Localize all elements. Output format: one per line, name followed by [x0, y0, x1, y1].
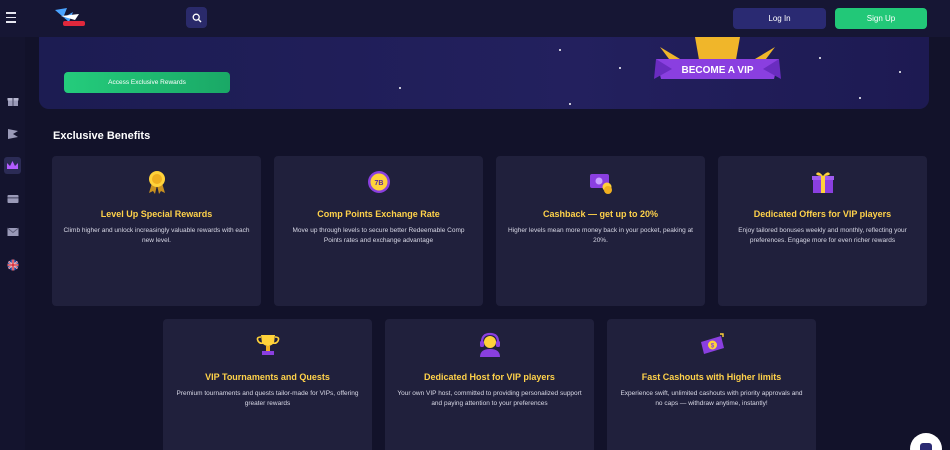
card-title: Level Up Special Rewards [100, 209, 213, 219]
flag-icon [7, 128, 18, 139]
sidebar-item-language[interactable] [4, 256, 21, 273]
uk-flag-icon [7, 259, 18, 270]
card-title: Cashback — get up to 20% [542, 209, 659, 219]
benefit-card-comp-points: 7B Comp Points Exchange Rate Move up thr… [274, 156, 483, 306]
badge-text: BECOME A VIP [681, 65, 753, 76]
live-chat-button[interactable] [910, 433, 942, 450]
menu-icon[interactable] [6, 12, 17, 24]
benefit-card-vip-host: Dedicated Host for VIP players Your own … [385, 319, 594, 450]
card-description: Move up through levels to secure better … [292, 227, 465, 244]
trophy-icon [256, 335, 279, 355]
gift-icon [7, 97, 18, 106]
card-title: Dedicated Host for VIP players [424, 372, 555, 382]
benefit-card-tournaments: VIP Tournaments and Quests Premium tourn… [163, 319, 372, 450]
card-description: Climb higher and unlock increasingly val… [63, 227, 250, 244]
comp-points-icon: 7B [367, 171, 390, 193]
site-logo[interactable] [53, 6, 87, 30]
gift-box-icon [811, 172, 834, 193]
benefit-card-level-up: Level Up Special Rewards Climb higher an… [52, 156, 261, 306]
cashout-icon: $ [700, 333, 724, 354]
card-description: Your own VIP host, committed to providin… [397, 390, 582, 407]
access-rewards-button[interactable]: Access Exclusive Rewards [64, 72, 230, 93]
card-description: Enjoy tailored bonuses weekly and monthl… [738, 227, 907, 244]
card-title: Dedicated Offers for VIP players [753, 209, 892, 219]
section-title: Exclusive Benefits [53, 130, 151, 142]
svg-text:7B: 7B [374, 180, 383, 187]
mail-icon [6, 227, 19, 236]
sidebar [0, 37, 25, 450]
crown-icon [7, 161, 18, 169]
benefit-card-vip-offers: Dedicated Offers for VIP players Enjoy t… [718, 156, 927, 306]
cashback-icon [589, 174, 612, 194]
medal-icon [148, 171, 165, 194]
card-description: Experience swift, unlimited cashouts wit… [620, 390, 803, 407]
search-icon [192, 13, 201, 22]
card-description: Premium tournaments and quests tailor-ma… [176, 390, 359, 407]
card-title: Comp Points Exchange Rate [317, 209, 440, 219]
benefit-card-cashback: Cashback — get up to 20% Higher levels m… [496, 156, 705, 306]
sidebar-item-tournaments[interactable] [4, 125, 21, 142]
sidebar-item-vip[interactable] [4, 157, 21, 174]
card-title: Fast Cashouts with Higher limits [641, 372, 782, 382]
search-button[interactable] [186, 7, 207, 28]
chat-icon [920, 443, 932, 450]
card-title: VIP Tournaments and Quests [205, 372, 330, 382]
host-icon [479, 332, 500, 357]
sidebar-item-gifts[interactable] [4, 92, 21, 109]
top-bar: Log In Sign Up [0, 0, 950, 37]
become-vip-badge: BECOME A VIP [650, 37, 785, 89]
login-button[interactable]: Log In [733, 8, 826, 29]
card-icon [7, 194, 18, 203]
benefit-card-fast-cashouts: $ Fast Cashouts with Higher limits Exper… [607, 319, 816, 450]
sidebar-item-messages[interactable] [4, 223, 21, 240]
card-description: Higher levels mean more money back in yo… [508, 227, 693, 244]
sidebar-item-payments[interactable] [4, 190, 21, 207]
signup-button[interactable]: Sign Up [835, 8, 927, 29]
